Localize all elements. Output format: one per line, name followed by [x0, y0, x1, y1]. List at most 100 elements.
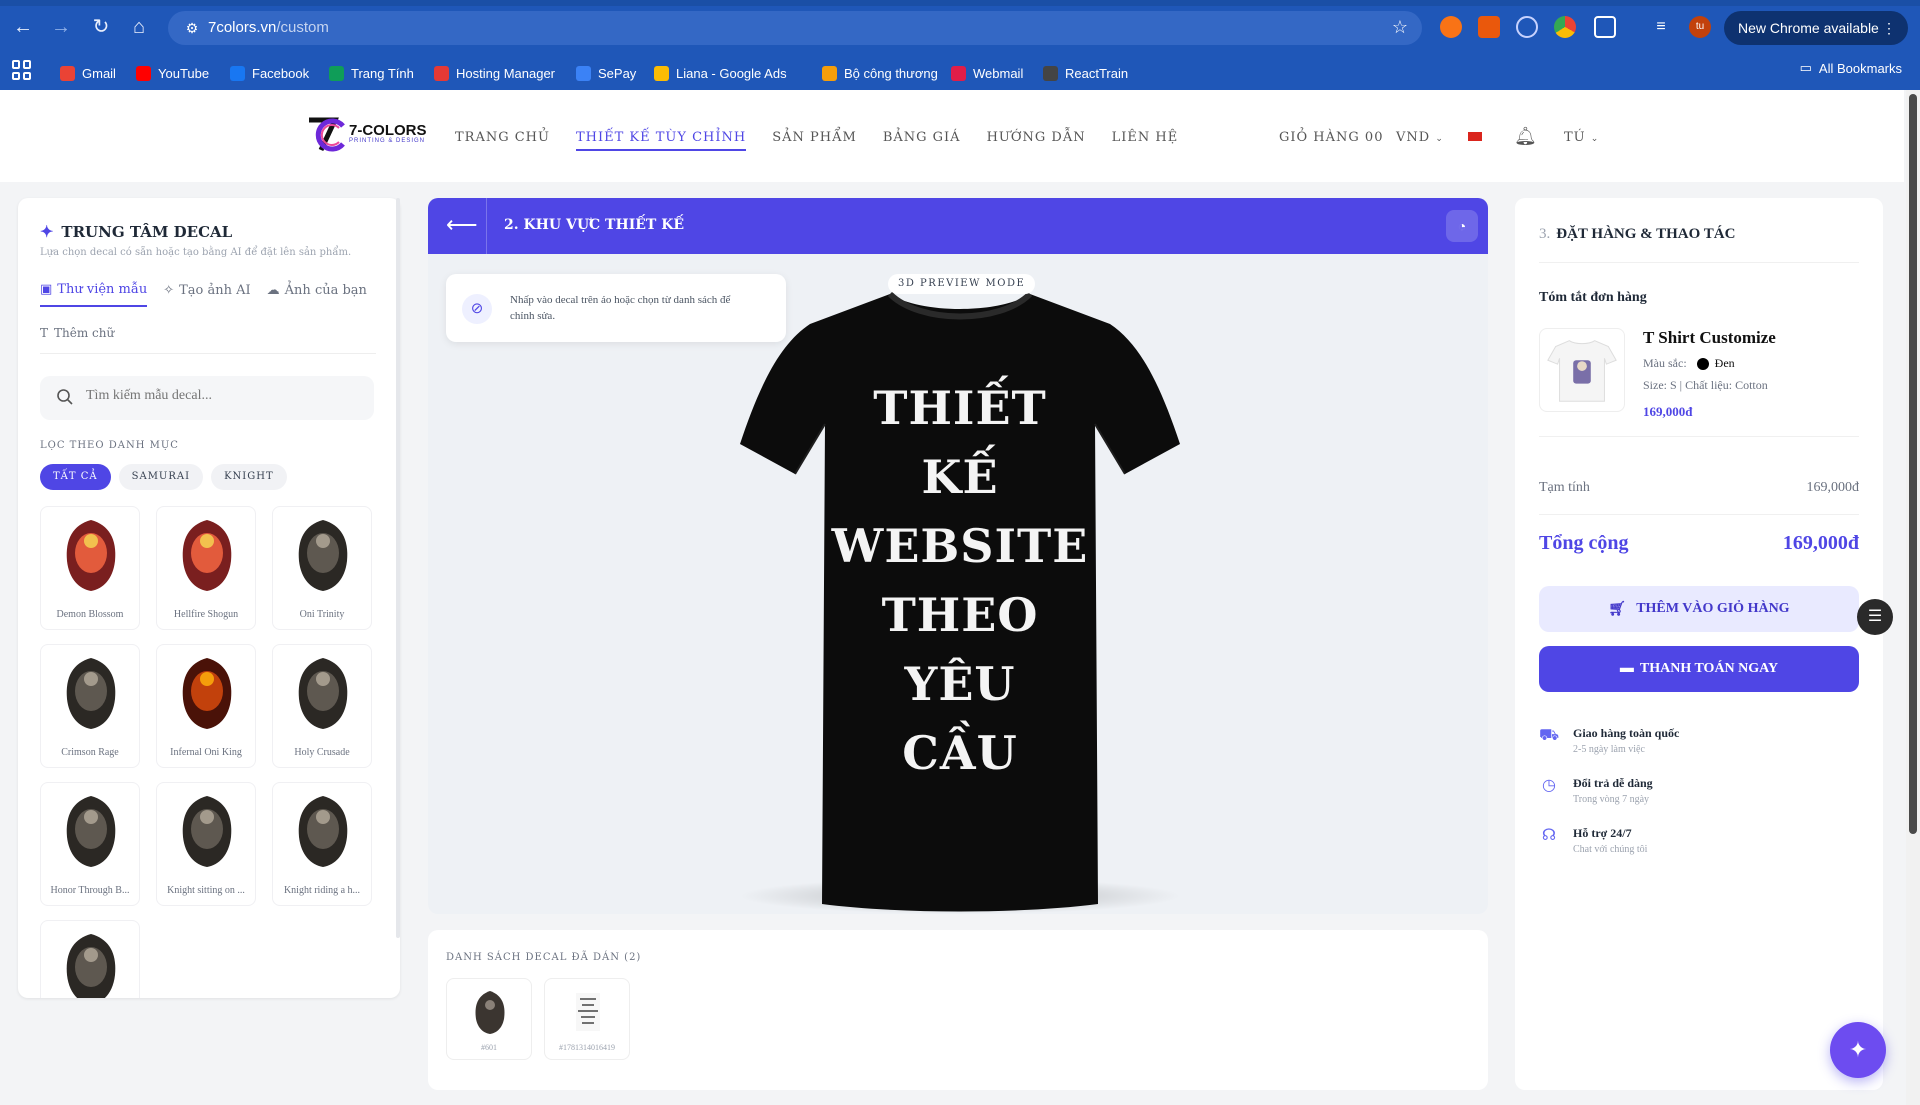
- decal-card[interactable]: Demon Blossom: [40, 506, 140, 630]
- feature-shipping: ⛟ Giao hàng toàn quốc 2-5 ngày làm việc: [1539, 726, 1679, 755]
- extension-compass-icon[interactable]: [1516, 16, 1538, 38]
- reset-view-button[interactable]: ◔: [1446, 210, 1478, 242]
- menu-guide[interactable]: HƯỚNG DẪN: [987, 130, 1086, 151]
- home-icon[interactable]: ⌂: [124, 12, 154, 42]
- tab-label: Ảnh của bạn: [284, 283, 367, 298]
- order-panel: 3. ĐẶT HÀNG & THAO TÁC Tóm tắt đơn hàng T…: [1515, 198, 1883, 1090]
- page-scrollbar-thumb[interactable]: [1909, 94, 1917, 834]
- site-header: 7-COLORS PRINTING & DESIGN TRANG CHỦ THI…: [0, 90, 1904, 182]
- reload-icon[interactable]: ↻: [86, 12, 116, 42]
- site-info-icon[interactable]: ⚙: [182, 18, 202, 38]
- forward-icon[interactable]: →: [46, 12, 76, 42]
- url-text[interactable]: 7colors.vn/custom: [208, 19, 329, 36]
- pay-now-button[interactable]: ▬ THANH TOÁN NGAY: [1539, 646, 1859, 692]
- tab-ai-generate[interactable]: ✧ Tạo ảnh AI: [163, 282, 250, 307]
- decal-search[interactable]: [40, 376, 374, 420]
- menu-pricing[interactable]: BẢNG GIÁ: [883, 130, 961, 151]
- design-canvas[interactable]: ⊘ Nhấp vào decal trên áo hoặc chọn từ da…: [428, 254, 1488, 914]
- decal-tabs: ▣ Thư viện mẫu ✧ Tạo ảnh AI ☁ Ảnh của bạn: [40, 282, 367, 307]
- bookmark-label: YouTube: [158, 65, 210, 81]
- decal-shape: [84, 534, 98, 548]
- bookmark-label: Facebook: [252, 65, 310, 81]
- tab-template-library[interactable]: ▣ Thư viện mẫu: [40, 282, 148, 307]
- back-icon[interactable]: ←: [8, 12, 38, 42]
- decal-card[interactable]: Infernal Oni King: [156, 644, 256, 768]
- ai-assistant-button[interactable]: ✦: [1830, 1022, 1886, 1078]
- floating-list-button[interactable]: ☰: [1857, 599, 1893, 635]
- cart-icon: 🛒︎: [1608, 601, 1627, 617]
- profile-avatar[interactable]: tu: [1689, 16, 1711, 38]
- cart-link[interactable]: GIỎ HÀNG 00: [1279, 130, 1383, 145]
- logo-mark-icon: [309, 117, 345, 152]
- tshirt-preview[interactable]: [690, 284, 1230, 914]
- subtotal-row: Tạm tính 169,000đ: [1539, 480, 1859, 496]
- divider: [1539, 436, 1859, 437]
- decal-card[interactable]: Hellfire Shogun: [156, 506, 256, 630]
- bookmark-item[interactable]: Liana - Google Ads: [654, 60, 787, 86]
- decal-card[interactable]: Knight sitting on ...: [156, 782, 256, 906]
- applied-decal-item[interactable]: #601: [446, 978, 532, 1060]
- decal-thumbnail: [298, 658, 348, 729]
- menu-products[interactable]: SẢN PHẨM: [772, 130, 857, 151]
- decal-card[interactable]: Holy Crusade: [272, 644, 372, 768]
- currency-select[interactable]: VND ⌄: [1396, 130, 1444, 145]
- chip-samurai[interactable]: SAMURAI: [118, 464, 204, 490]
- decal-card[interactable]: Honor Through B...: [40, 782, 140, 906]
- decal-card[interactable]: Crimson Rage: [40, 644, 140, 768]
- new-chrome-button[interactable]: New Chrome available ⋮: [1724, 11, 1908, 45]
- sparkles-icon: ✦: [40, 222, 54, 241]
- product-name: T Shirt Customize: [1643, 328, 1776, 347]
- chip-knight[interactable]: KNIGHT: [211, 464, 287, 490]
- order-panel-title: 3. ĐẶT HÀNG & THAO TÁC: [1539, 226, 1735, 243]
- color-name: Đen: [1714, 356, 1735, 370]
- back-arrow-icon[interactable]: ⟵: [446, 212, 478, 238]
- address-bar[interactable]: ⚙ 7colors.vn/custom ☆: [168, 11, 1422, 45]
- add-to-cart-button[interactable]: 🛒︎ THÊM VÀO GIỎ HÀNG: [1539, 586, 1859, 632]
- bookmark-item[interactable]: Facebook: [230, 60, 309, 86]
- add-to-cart-label: THÊM VÀO GIỎ HÀNG: [1636, 601, 1790, 616]
- bell-icon[interactable]: 🔔︎: [1514, 126, 1538, 147]
- bookmark-item[interactable]: ReactTrain: [1043, 60, 1128, 86]
- bookmark-item[interactable]: Hosting Manager: [434, 60, 555, 86]
- chip-all[interactable]: TẤT CẢ: [40, 464, 111, 490]
- vietnam-flag-icon[interactable]: [1468, 132, 1482, 141]
- all-bookmarks[interactable]: ▭ All Bookmarks: [1800, 60, 1902, 76]
- image-icon: ▣: [40, 282, 53, 297]
- decal-card[interactable]: [40, 920, 140, 998]
- bookmark-favicon-icon: [60, 65, 75, 81]
- divider: [486, 198, 487, 254]
- bookmark-item[interactable]: Gmail: [60, 60, 116, 86]
- decal-name: Oni Trinity: [299, 609, 345, 620]
- decal-card[interactable]: Oni Trinity: [272, 506, 372, 630]
- decal-shape: [316, 672, 330, 686]
- bookmark-item[interactable]: Trang Tính: [329, 60, 414, 86]
- media-list-icon[interactable]: ≡: [1650, 16, 1672, 38]
- bookmark-item[interactable]: Webmail: [951, 60, 1023, 86]
- extensions-puzzle-icon[interactable]: [1594, 16, 1616, 38]
- decal-name: Honor Through B...: [50, 885, 130, 896]
- menu-contact[interactable]: LIÊN HỆ: [1112, 130, 1179, 151]
- decal-scrollbar[interactable]: [396, 198, 400, 938]
- search-input[interactable]: [86, 388, 356, 404]
- decal-card[interactable]: Knight riding a h...: [272, 782, 372, 906]
- decal-center-subtitle: Lựa chọn decal có sẵn hoặc tạo bằng AI đ…: [40, 247, 352, 258]
- bookmark-star-icon[interactable]: ☆: [1392, 17, 1408, 38]
- menu-custom-design[interactable]: THIẾT KẾ TÙY CHỈNH: [575, 130, 747, 151]
- page-scrollbar[interactable]: [1906, 90, 1920, 1105]
- extension-fire-icon[interactable]: [1440, 16, 1462, 38]
- order-panel-title-text: ĐẶT HÀNG & THAO TÁC: [1556, 226, 1736, 242]
- tab-your-images[interactable]: ☁ Ảnh của bạn: [267, 282, 367, 307]
- bookmark-item[interactable]: YouTube: [136, 60, 209, 86]
- bookmark-item[interactable]: Bộ công thương: [822, 60, 938, 86]
- site-logo[interactable]: 7-COLORS PRINTING & DESIGN: [305, 114, 427, 154]
- extension-color-icon[interactable]: [1554, 16, 1576, 38]
- user-menu[interactable]: TÚ ⌄: [1564, 130, 1599, 145]
- bookmark-item[interactable]: SePay: [576, 60, 636, 86]
- applied-decals-panel: DANH SÁCH DECAL ĐÃ DÁN (2) #601 #1781314…: [428, 930, 1488, 1090]
- bookmark-label: Liana - Google Ads: [676, 65, 787, 81]
- tab-add-text[interactable]: T Thêm chữ: [40, 326, 114, 340]
- menu-home[interactable]: TRANG CHỦ: [455, 130, 550, 151]
- menu-dots-icon[interactable]: ⋮: [1882, 11, 1896, 45]
- extension-fox-icon[interactable]: [1478, 16, 1500, 38]
- applied-decal-item[interactable]: #1781314016419: [544, 978, 630, 1060]
